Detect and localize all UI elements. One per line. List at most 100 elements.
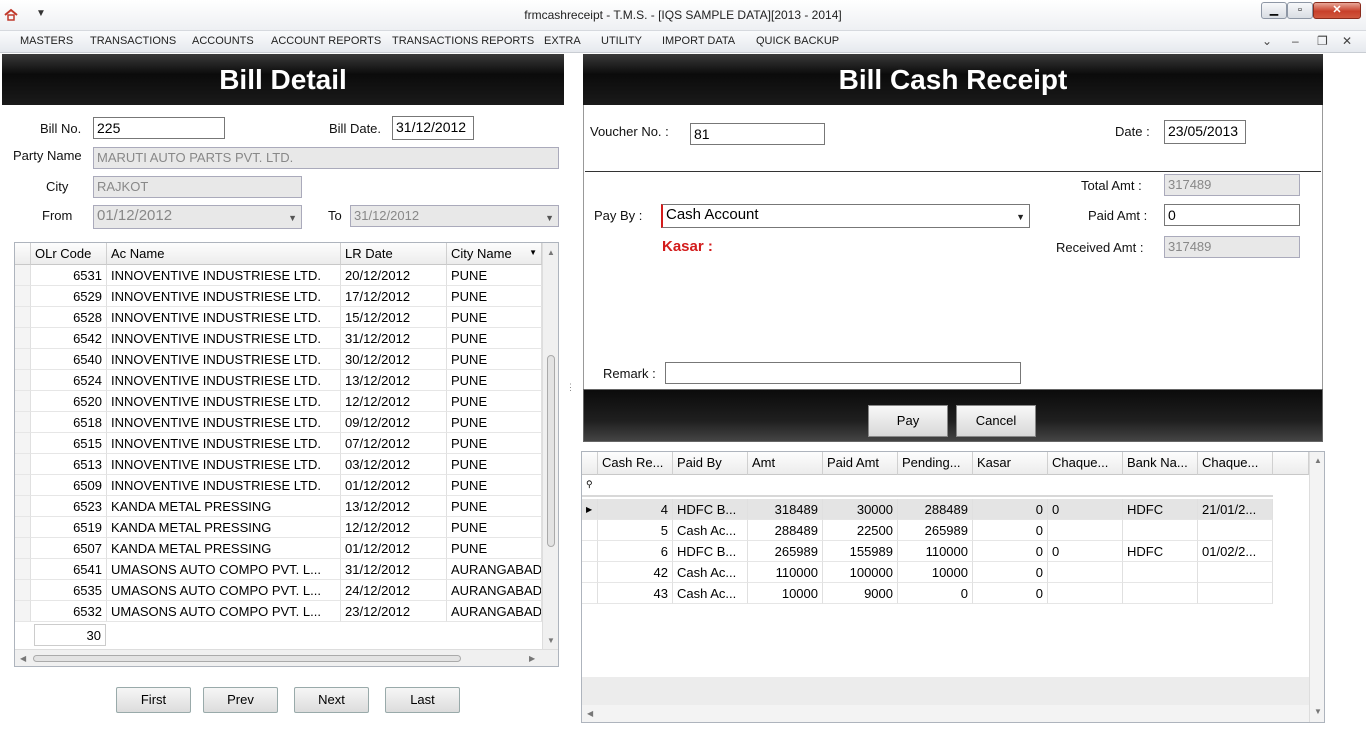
row-selector[interactable]: [15, 307, 31, 328]
close-button[interactable]: ✕: [1313, 2, 1361, 19]
ribbon-collapse-icon[interactable]: ⌄: [1262, 34, 1272, 48]
first-button[interactable]: First: [116, 687, 191, 713]
pay-button[interactable]: Pay: [868, 405, 948, 437]
column-header-bank-name[interactable]: Bank Na...: [1123, 452, 1198, 475]
vertical-scrollbar[interactable]: ▲ ▼: [1309, 452, 1324, 722]
chevron-down-icon[interactable]: ▼: [545, 210, 554, 226]
table-row[interactable]: 6532 UMASONS AUTO COMPO PVT. L... 23/12/20…: [15, 601, 542, 622]
scroll-right-icon[interactable]: ▶: [529, 654, 535, 663]
column-header-pending[interactable]: Pending...: [898, 452, 973, 475]
row-selector[interactable]: [582, 583, 598, 604]
row-selector[interactable]: [582, 541, 598, 562]
splitter-grip-icon[interactable]: ⋮: [566, 382, 575, 393]
table-row[interactable]: ▶ 4 HDFC B... 318489 30000 288489 0 0 HDFC 21/01/…: [582, 499, 1273, 520]
mdi-minimize-icon[interactable]: –: [1292, 34, 1299, 48]
table-row[interactable]: 6519 KANDA METAL PRESSING 12/12/2012 PUNE: [15, 517, 542, 538]
filter-row[interactable]: ⚲: [582, 475, 1273, 497]
next-button[interactable]: Next: [294, 687, 369, 713]
pay-by-select[interactable]: Cash Account ▼: [661, 204, 1030, 228]
minimize-button[interactable]: ▁: [1261, 2, 1287, 19]
cash-receipt-grid[interactable]: Cash Re... Paid By Amt Paid Amt Pending.…: [581, 451, 1325, 723]
table-row[interactable]: 6518 INNOVENTIVE INDUSTRIESE LTD. 09/12/20…: [15, 412, 542, 433]
table-row[interactable]: 6528 INNOVENTIVE INDUSTRIESE LTD. 15/12/20…: [15, 307, 542, 328]
table-row[interactable]: 6541 UMASONS AUTO COMPO PVT. L... 31/12/20…: [15, 559, 542, 580]
bill-date-input[interactable]: 31/12/2012: [392, 116, 474, 140]
row-selector[interactable]: [15, 601, 31, 622]
column-filter-dropdown-icon[interactable]: ▼: [529, 248, 537, 257]
scroll-up-icon[interactable]: ▲: [547, 248, 555, 257]
vertical-scroll-thumb[interactable]: [547, 355, 555, 547]
table-row[interactable]: 6507 KANDA METAL PRESSING 01/12/2012 PUNE: [15, 538, 542, 559]
mdi-close-icon[interactable]: ✕: [1342, 34, 1352, 48]
table-row[interactable]: 6542 INNOVENTIVE INDUSTRIESE LTD. 31/12/20…: [15, 328, 542, 349]
scroll-up-icon[interactable]: ▲: [1314, 456, 1322, 465]
bill-no-input[interactable]: 225: [93, 117, 225, 139]
table-row[interactable]: 42 Cash Ac... 110000 100000 10000 0: [582, 562, 1273, 583]
row-selector[interactable]: [15, 265, 31, 286]
maximize-button[interactable]: ▫: [1287, 2, 1313, 19]
row-selector[interactable]: [582, 562, 598, 583]
row-selector[interactable]: [15, 559, 31, 580]
row-selector[interactable]: [15, 370, 31, 391]
scroll-left-icon[interactable]: ◀: [587, 709, 593, 718]
column-header-cash-receipt[interactable]: Cash Re...: [598, 452, 673, 475]
table-row[interactable]: 43 Cash Ac... 10000 9000 0 0: [582, 583, 1273, 604]
horizontal-scrollbar[interactable]: ◀: [582, 705, 1309, 722]
mdi-restore-icon[interactable]: ❐: [1317, 34, 1328, 48]
horizontal-scroll-thumb[interactable]: [33, 655, 461, 662]
column-header-amt[interactable]: Amt: [748, 452, 823, 475]
column-header-chaque-no[interactable]: Chaque...: [1048, 452, 1123, 475]
chevron-down-icon[interactable]: ▼: [1016, 209, 1025, 225]
table-row[interactable]: 6523 KANDA METAL PRESSING 13/12/2012 PUNE: [15, 496, 542, 517]
table-row[interactable]: 6520 INNOVENTIVE INDUSTRIESE LTD. 12/12/20…: [15, 391, 542, 412]
row-selector[interactable]: [15, 391, 31, 412]
horizontal-scrollbar[interactable]: ◀ ▶: [15, 649, 558, 666]
table-row[interactable]: 6515 INNOVENTIVE INDUSTRIESE LTD. 07/12/20…: [15, 433, 542, 454]
filter-icon[interactable]: ⚲: [586, 479, 593, 490]
table-row[interactable]: 6531 INNOVENTIVE INDUSTRIESE LTD. 20/12/20…: [15, 265, 542, 286]
menu-account-reports[interactable]: ACCOUNT REPORTS: [271, 35, 381, 47]
paid-amt-input[interactable]: 0: [1164, 204, 1300, 226]
menu-accounts[interactable]: ACCOUNTS: [192, 35, 254, 47]
row-selector[interactable]: [15, 538, 31, 559]
column-header-ac-name[interactable]: Ac Name: [107, 243, 341, 265]
table-row[interactable]: 6535 UMASONS AUTO COMPO PVT. L... 24/12/20…: [15, 580, 542, 601]
column-header-lr-date[interactable]: LR Date: [341, 243, 447, 265]
voucher-no-input[interactable]: 81: [690, 123, 825, 145]
column-header-city-name[interactable]: City Name ▼: [447, 243, 542, 265]
row-selector[interactable]: [15, 454, 31, 475]
current-row-indicator-icon[interactable]: ▶: [582, 499, 598, 520]
table-row[interactable]: 6540 INNOVENTIVE INDUSTRIESE LTD. 30/12/20…: [15, 349, 542, 370]
menu-utility[interactable]: UTILITY: [601, 35, 642, 47]
table-row[interactable]: 6513 INNOVENTIVE INDUSTRIESE LTD. 03/12/20…: [15, 454, 542, 475]
menu-transactions[interactable]: TRANSACTIONS: [90, 35, 176, 47]
from-date-picker[interactable]: 01/12/2012 ▼: [93, 205, 302, 229]
scroll-down-icon[interactable]: ▼: [1314, 707, 1322, 716]
lr-grid[interactable]: OLr Code Ac Name LR Date City Name ▼ 653…: [14, 242, 559, 667]
row-selector[interactable]: [15, 496, 31, 517]
row-selector[interactable]: [582, 520, 598, 541]
menu-transactions-reports[interactable]: TRANSACTIONS REPORTS: [392, 35, 534, 47]
row-selector[interactable]: [15, 517, 31, 538]
row-selector[interactable]: [15, 286, 31, 307]
row-selector[interactable]: [15, 349, 31, 370]
row-selector[interactable]: [15, 328, 31, 349]
table-row[interactable]: 6509 INNOVENTIVE INDUSTRIESE LTD. 01/12/20…: [15, 475, 542, 496]
menu-extra[interactable]: EXTRA: [544, 35, 581, 47]
table-row[interactable]: 5 Cash Ac... 288489 22500 265989 0: [582, 520, 1273, 541]
table-row[interactable]: 6524 INNOVENTIVE INDUSTRIESE LTD. 13/12/20…: [15, 370, 542, 391]
prev-button[interactable]: Prev: [203, 687, 278, 713]
row-selector[interactable]: [15, 580, 31, 601]
table-row[interactable]: 6529 INNOVENTIVE INDUSTRIESE LTD. 17/12/20…: [15, 286, 542, 307]
column-header-olr-code[interactable]: OLr Code: [31, 243, 107, 265]
menu-quick-backup[interactable]: QUICK BACKUP: [756, 35, 839, 47]
row-selector[interactable]: [15, 475, 31, 496]
row-selector[interactable]: [15, 412, 31, 433]
vertical-scrollbar[interactable]: ▲ ▼: [542, 243, 558, 649]
column-header-kasar[interactable]: Kasar: [973, 452, 1048, 475]
column-header-paid-amt[interactable]: Paid Amt: [823, 452, 898, 475]
menu-import-data[interactable]: IMPORT DATA: [662, 35, 735, 47]
chevron-down-icon[interactable]: ▼: [288, 210, 297, 226]
menu-masters[interactable]: MASTERS: [20, 35, 73, 47]
receipt-date-input[interactable]: 23/05/2013: [1164, 120, 1246, 144]
